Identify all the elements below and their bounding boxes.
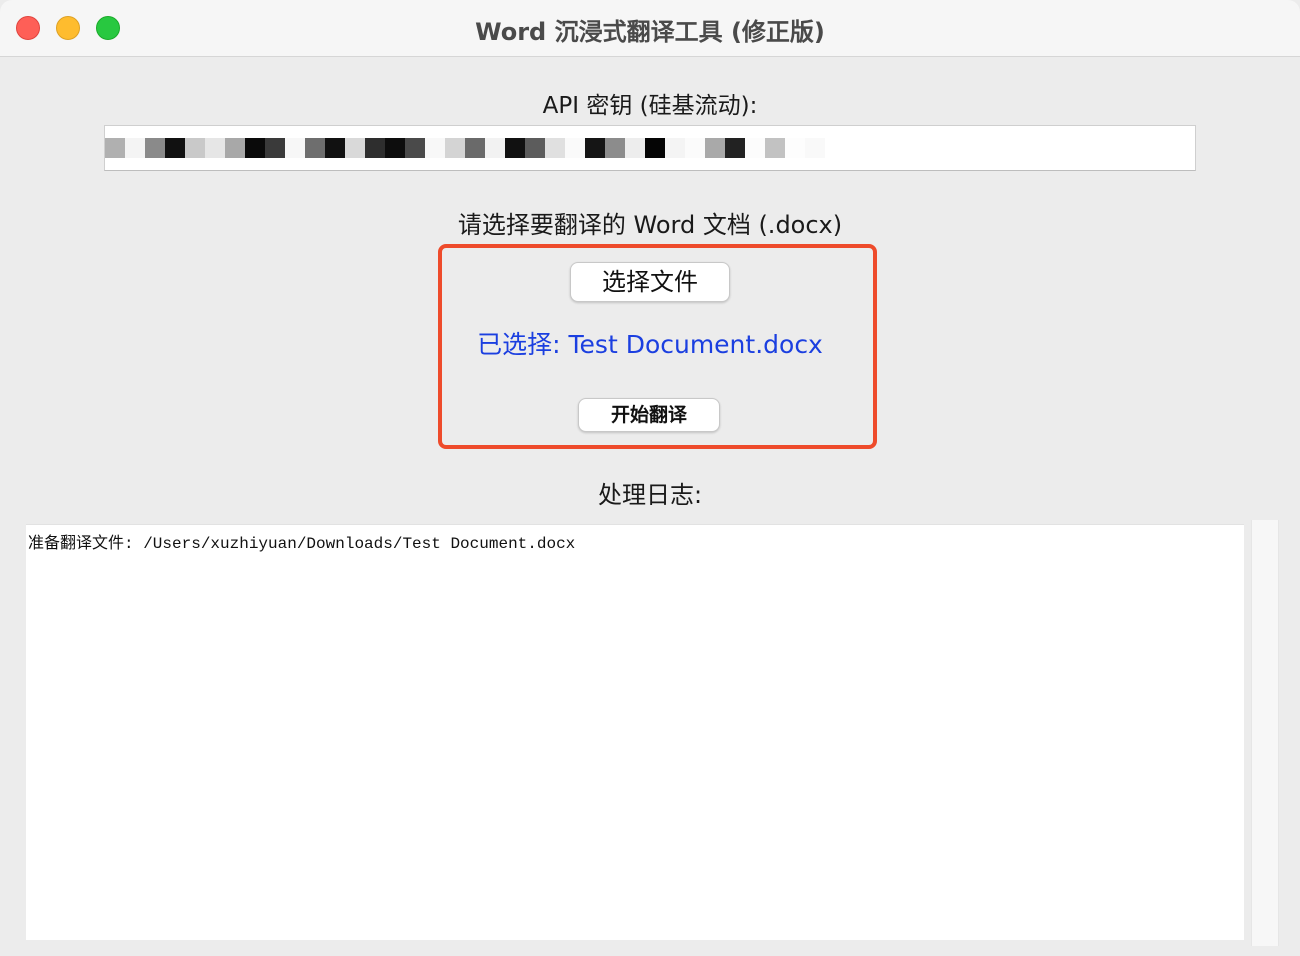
document-prompt-label: 请选择要翻译的 Word 文档 (.docx): [457, 211, 843, 239]
app-window: Word 沉浸式翻译工具 (修正版) API 密钥 (硅基流动): 请选择要翻译…: [0, 0, 1300, 956]
log-textarea[interactable]: 准备翻译文件: /Users/xuzhiyuan/Downloads/Test …: [26, 524, 1244, 940]
selected-file-label: 已选择: Test Document.docx: [477, 330, 823, 359]
log-line: 准备翻译文件: /Users/xuzhiyuan/Downloads/Test …: [28, 535, 576, 553]
title-bar: Word 沉浸式翻译工具 (修正版): [0, 0, 1300, 57]
api-key-input[interactable]: [104, 125, 1196, 171]
api-key-label: API 密钥 (硅基流动):: [542, 93, 758, 119]
window-title: Word 沉浸式翻译工具 (修正版): [475, 18, 825, 46]
log-scrollbar[interactable]: [1251, 520, 1279, 946]
start-translation-button[interactable]: 开始翻译: [578, 398, 720, 432]
log-label: 处理日志:: [597, 481, 703, 509]
choose-file-button[interactable]: 选择文件: [570, 262, 730, 302]
